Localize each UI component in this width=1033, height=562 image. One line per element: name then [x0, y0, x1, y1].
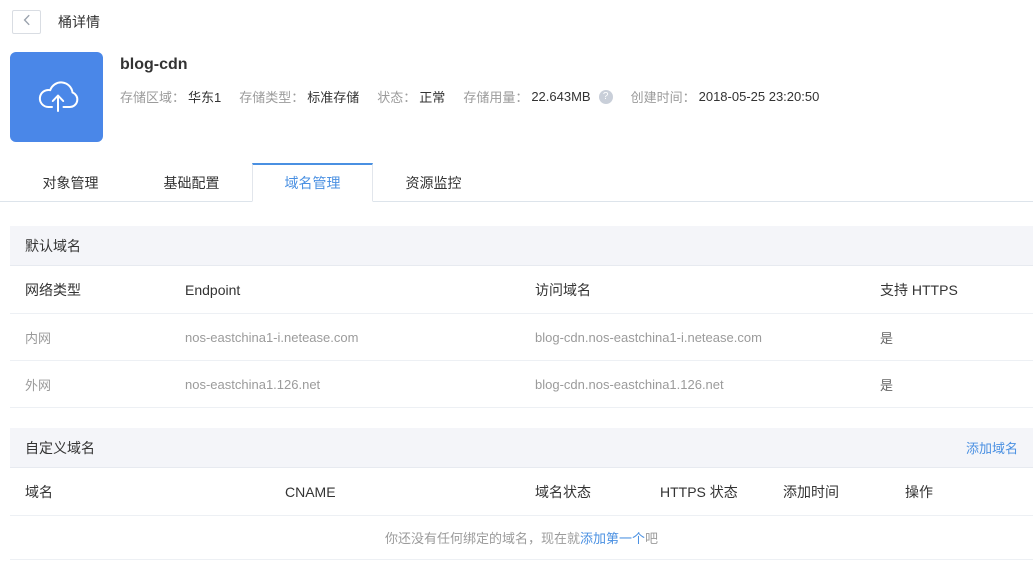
col-https-status: HTTPS 状态: [660, 483, 738, 500]
bucket-icon: [10, 52, 103, 142]
custom-domains-table-header: 域名 CNAME 域名状态 HTTPS 状态 添加时间 操作: [10, 468, 1033, 516]
tab-object-management[interactable]: 对象管理: [10, 163, 131, 202]
tab-domain-management[interactable]: 域名管理: [252, 163, 373, 202]
bucket-meta: 存储区域： 华东1 存储类型： 标准存储 状态： 正常 存储用量： 22.643…: [120, 87, 837, 106]
help-icon[interactable]: ?: [598, 89, 613, 104]
bucket-header: blog-cdn 存储区域： 华东1 存储类型： 标准存储 状态： 正常 存储用…: [10, 52, 1033, 142]
col-cname: CNAME: [285, 483, 336, 500]
cell-access-domain: blog-cdn.nos-eastchina1.126.net: [535, 376, 724, 392]
col-https-support: 支持 HTTPS: [880, 281, 958, 298]
tab-basic-config[interactable]: 基础配置: [131, 163, 252, 202]
add-domain-button[interactable]: 添加域名: [966, 438, 1018, 457]
cell-endpoint: nos-eastchina1-i.netease.com: [185, 329, 359, 345]
meta-label: 创建时间：: [630, 90, 696, 105]
cell-https-support: 是: [880, 330, 894, 346]
tab-resource-monitor[interactable]: 资源监控: [373, 163, 494, 202]
cloud-upload-icon: [31, 69, 83, 126]
section-title: 自定义域名: [25, 439, 95, 456]
col-access-domain: 访问域名: [535, 281, 591, 298]
col-endpoint: Endpoint: [185, 281, 241, 298]
meta-storage-usage: 存储用量： 22.643MB ?: [463, 87, 613, 106]
tab-content: 默认域名 网络类型 Endpoint 访问域名 支持 HTTPS 内网 nos-…: [10, 226, 1033, 560]
meta-label: 存储类型：: [239, 90, 305, 105]
cell-network-type: 内网: [25, 330, 52, 346]
cell-network-type: 外网: [25, 377, 52, 393]
bucket-name: blog-cdn: [120, 56, 188, 73]
meta-label: 状态：: [377, 90, 417, 105]
meta-label: 存储区域：: [120, 90, 186, 105]
meta-storage-type: 存储类型： 标准存储: [239, 87, 359, 106]
table-row: 内网 nos-eastchina1-i.netease.com blog-cdn…: [10, 314, 1033, 361]
table-row: 外网 nos-eastchina1.126.net blog-cdn.nos-e…: [10, 361, 1033, 408]
cell-access-domain: blog-cdn.nos-eastchina1-i.netease.com: [535, 329, 762, 345]
default-domains-section-header: 默认域名: [10, 226, 1033, 266]
topbar: 桶详情: [0, 0, 1033, 34]
default-domains-table-header: 网络类型 Endpoint 访问域名 支持 HTTPS: [10, 266, 1033, 314]
page-title: 桶详情: [58, 14, 100, 30]
col-domain: 域名: [25, 483, 53, 500]
back-button[interactable]: [12, 10, 41, 34]
cell-https-support: 是: [880, 377, 894, 393]
col-actions: 操作: [905, 483, 933, 500]
cell-endpoint: nos-eastchina1.126.net: [185, 376, 321, 392]
meta-value: 华东1: [188, 90, 222, 105]
meta-status: 状态： 正常: [377, 87, 445, 106]
bucket-info: blog-cdn 存储区域： 华东1 存储类型： 标准存储 状态： 正常 存储用…: [120, 52, 837, 142]
meta-value: 2018-05-25 23:20:50: [698, 89, 820, 104]
tab-bar: 对象管理 基础配置 域名管理 资源监控: [0, 163, 1033, 202]
meta-value: 标准存储: [307, 90, 360, 105]
custom-domains-section-header: 自定义域名 添加域名: [10, 428, 1033, 468]
add-first-domain-link[interactable]: 添加第一个: [580, 528, 645, 547]
chevron-left-icon: [22, 13, 32, 31]
empty-state-text: 吧: [645, 531, 659, 546]
section-title: 默认域名: [25, 237, 81, 254]
col-domain-status: 域名状态: [535, 483, 591, 500]
meta-created-time: 创建时间： 2018-05-25 23:20:50: [631, 87, 820, 106]
meta-storage-region: 存储区域： 华东1: [120, 87, 221, 106]
meta-value: 22.643MB: [531, 89, 591, 104]
meta-value: 正常: [419, 90, 446, 105]
empty-state-text: 你还没有任何绑定的域名，现在就: [384, 531, 580, 546]
custom-domains-empty-state: 你还没有任何绑定的域名，现在就 添加第一个吧: [10, 516, 1033, 560]
col-network-type: 网络类型: [25, 281, 81, 298]
meta-label: 存储用量：: [463, 90, 529, 105]
col-add-time: 添加时间: [783, 483, 839, 500]
